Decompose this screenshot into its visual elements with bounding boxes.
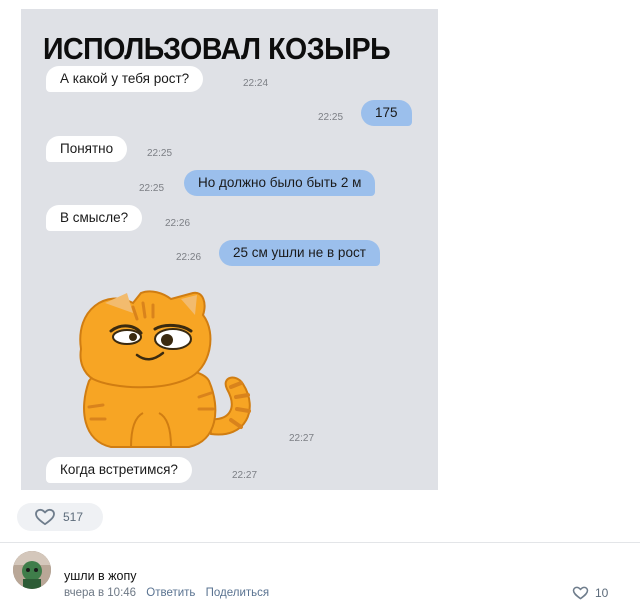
comment-text: ушли в жопу	[64, 569, 137, 583]
comment-like-button[interactable]: 10	[572, 586, 608, 600]
message-time: 22:24	[243, 78, 269, 89]
post-like-count: 517	[63, 510, 84, 524]
sticker-time: 22:27	[289, 433, 315, 444]
cat-sticker	[79, 290, 251, 448]
message-bubble: 175	[361, 100, 412, 126]
section-divider	[0, 542, 640, 543]
message-time: 22:26	[165, 218, 191, 229]
message-time: 22:25	[139, 183, 165, 194]
post-like-button[interactable]: 517	[17, 503, 103, 531]
message-bubble: А какой у тебя рост?	[46, 66, 204, 92]
message-time: 22:27	[232, 470, 258, 481]
share-button[interactable]: Поделиться	[206, 587, 270, 599]
message-bubble: В смысле?	[46, 205, 143, 231]
comment-time: вчера в 10:46	[64, 587, 137, 599]
message-bubble: Но должно было быть 2 м	[184, 170, 376, 196]
meme-image[interactable]: ИСПОЛЬЗОВАЛ КОЗЫРЬ А какой у тебя рост? …	[21, 9, 438, 490]
avatar-image	[13, 551, 51, 589]
message-bubble: Понятно	[46, 136, 128, 162]
message-time: 22:25	[147, 148, 173, 159]
heart-icon	[572, 586, 589, 600]
comment-like-count: 10	[595, 586, 609, 600]
reply-button[interactable]: Ответить	[146, 587, 195, 599]
message-time: 22:25	[318, 112, 344, 123]
heart-icon	[35, 508, 55, 526]
message-bubble: 25 см ушли не в рост	[219, 240, 380, 266]
message-time: 22:26	[176, 252, 202, 263]
avatar[interactable]	[13, 551, 51, 589]
comment-meta: вчера в 10:46 Ответить Поделиться	[64, 587, 276, 599]
message-bubble: Когда встретимся?	[46, 457, 192, 483]
meme-title: ИСПОЛЬЗОВАЛ КОЗЫРЬ	[43, 31, 391, 66]
